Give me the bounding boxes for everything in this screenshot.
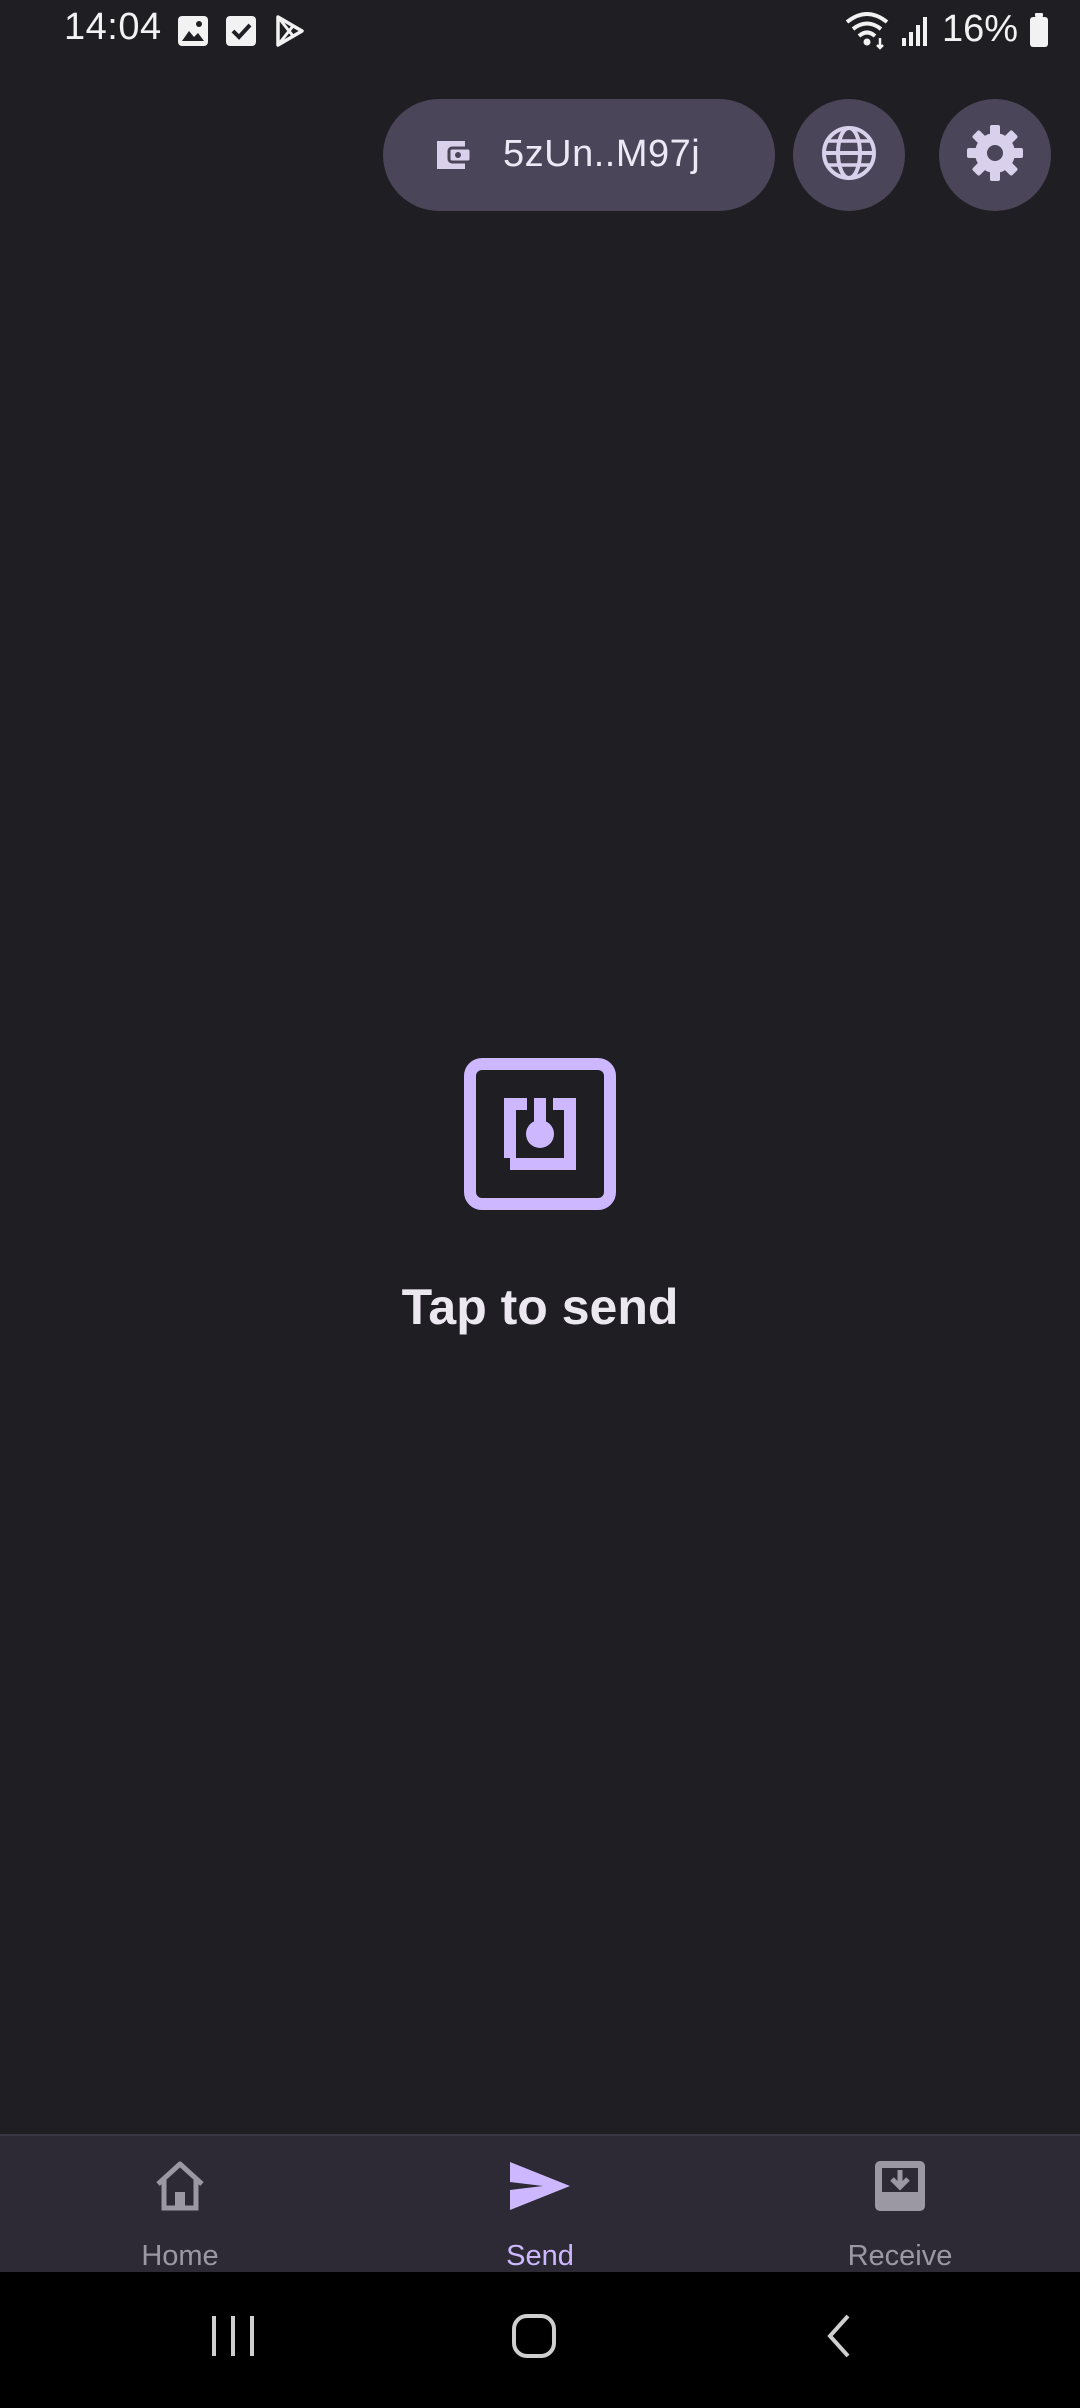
back-icon[interactable] <box>822 2312 856 2365</box>
nav-item-home[interactable]: Home <box>80 2136 280 2274</box>
settings-button[interactable] <box>939 99 1051 211</box>
status-bar: 14:04 16% <box>0 0 1080 64</box>
bottom-navigation: Home Send Receive <box>0 2134 1080 2274</box>
gear-icon <box>965 123 1025 188</box>
wallet-address: 5zUn..M97j <box>503 133 701 175</box>
inbox-download-icon <box>870 2156 930 2221</box>
checkbox-icon <box>224 14 258 48</box>
wallet-icon <box>433 135 473 180</box>
nav-label-send: Send <box>506 2240 574 2272</box>
send-icon <box>507 2156 573 2221</box>
recents-icon[interactable] <box>210 2312 256 2365</box>
signal-icon <box>900 12 932 48</box>
battery-percent: 16% <box>941 8 1018 50</box>
notification-icons <box>176 14 306 48</box>
nav-item-receive[interactable]: Receive <box>800 2136 1000 2274</box>
nfc-icon <box>464 1058 616 1215</box>
image-icon <box>176 14 210 48</box>
globe-icon <box>819 123 879 188</box>
battery-icon <box>1028 12 1050 48</box>
system-status-icons: 16% <box>844 8 1050 51</box>
network-button[interactable] <box>793 99 905 211</box>
home-circle-icon[interactable] <box>510 2312 558 2365</box>
nav-label-receive: Receive <box>847 2240 953 2272</box>
wallet-address-button[interactable]: 5zUn..M97j <box>383 99 775 211</box>
status-time: 14:04 <box>64 6 162 48</box>
system-navigation-bar <box>0 2272 1080 2408</box>
nav-label-home: Home <box>141 2240 219 2272</box>
wifi-icon <box>844 10 890 50</box>
play-store-icon <box>272 14 306 48</box>
home-icon <box>150 2156 210 2221</box>
tap-to-send-label: Tap to send <box>401 1279 679 1335</box>
nav-item-send[interactable]: Send <box>440 2136 640 2274</box>
